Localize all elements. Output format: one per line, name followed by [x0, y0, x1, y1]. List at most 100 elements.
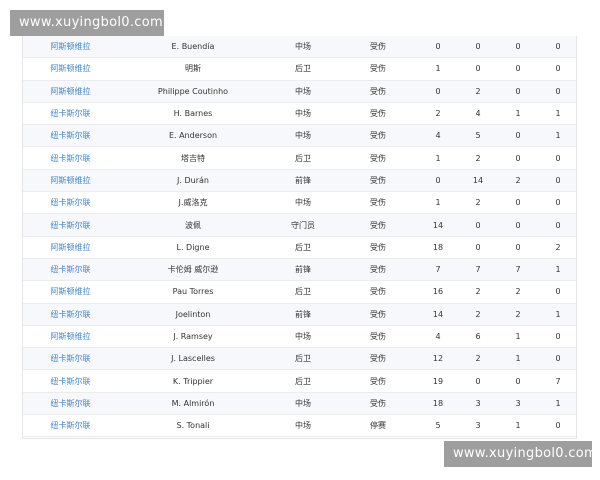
team-cell[interactable]: 阿斯顿维拉: [23, 80, 118, 103]
player-name-cell: S. Tonali: [118, 414, 268, 438]
stat-cell-1: 0: [418, 169, 458, 193]
status-cell: 受伤: [338, 236, 418, 259]
team-cell[interactable]: 纽卡斯尔联: [23, 392, 118, 416]
player-name-cell: J. Durán: [118, 169, 268, 193]
status-cell: 停赛: [338, 414, 418, 438]
table-row: 阿斯顿维拉 L. Digne 后卫 受伤 18 0 0 2: [23, 236, 576, 259]
team-cell[interactable]: 纽卡斯尔联: [23, 369, 118, 393]
stat-cell-4: 0: [538, 414, 576, 438]
stat-cell-2: 4: [458, 102, 498, 126]
table-row: 纽卡斯尔联 Joelinton 前锋 受伤 14 2 2 1: [23, 303, 576, 326]
stat-cell-1: 1: [418, 191, 458, 215]
player-name-cell: H. Barnes: [118, 102, 268, 126]
player-name-cell: L. Digne: [118, 236, 268, 259]
stat-cell-3: 1: [498, 102, 538, 126]
team-cell[interactable]: 纽卡斯尔联: [23, 102, 118, 126]
stat-cell-1: 12: [418, 347, 458, 371]
player-name-cell: J.威洛克: [118, 191, 268, 215]
position-cell: 后卫: [268, 280, 338, 304]
stat-cell-4: 0: [538, 280, 576, 304]
team-cell[interactable]: 阿斯顿维拉: [23, 280, 118, 304]
stat-cell-2: 5: [458, 124, 498, 148]
table-row: 纽卡斯尔联 波佩 守门员 受伤 14 0 0 0: [23, 213, 576, 237]
stat-cell-3: 1: [498, 325, 538, 349]
team-cell[interactable]: 纽卡斯尔联: [23, 303, 118, 326]
stat-cell-2: 3: [458, 392, 498, 416]
table-row: 纽卡斯尔联 卡伦姆 威尔逊 前锋 受伤 7 7 7 1: [23, 258, 576, 282]
injury-table-grid: 阿斯顿维拉 E. Buendía 中场 受伤 0 0 0 0 阿斯顿维拉 明斯 后卫 受伤 1 0 0 0 阿斯…: [23, 36, 576, 438]
stat-cell-4: 1: [538, 102, 576, 126]
team-cell[interactable]: 阿斯顿维拉: [23, 325, 118, 349]
stat-cell-2: 2: [458, 146, 498, 170]
player-name-cell: 波佩: [118, 213, 268, 237]
team-cell[interactable]: 纽卡斯尔联: [23, 213, 118, 237]
stat-cell-4: 0: [538, 191, 576, 215]
position-cell: 前锋: [268, 303, 338, 326]
status-cell: 受伤: [338, 191, 418, 215]
team-cell[interactable]: 阿斯顿维拉: [23, 236, 118, 259]
stat-cell-2: 14: [458, 169, 498, 193]
position-cell: 后卫: [268, 236, 338, 259]
player-name-cell: J. Lascelles: [118, 347, 268, 371]
stat-cell-3: 2: [498, 303, 538, 326]
stat-cell-3: 0: [498, 146, 538, 170]
stat-cell-4: 0: [538, 36, 576, 59]
stat-cell-1: 14: [418, 213, 458, 237]
stat-cell-3: 0: [498, 191, 538, 215]
team-cell[interactable]: 纽卡斯尔联: [23, 414, 118, 438]
stat-cell-1: 0: [418, 36, 458, 59]
stat-cell-4: 0: [538, 325, 576, 349]
position-cell: 后卫: [268, 57, 338, 81]
status-cell: 受伤: [338, 102, 418, 126]
table-row: 阿斯顿维拉 J. Durán 前锋 受伤 0 14 2 0: [23, 169, 576, 193]
table-row: 阿斯顿维拉 J. Ramsey 中场 受伤 4 6 1 0: [23, 325, 576, 349]
team-cell[interactable]: 纽卡斯尔联: [23, 258, 118, 282]
stat-cell-1: 2: [418, 102, 458, 126]
position-cell: 中场: [268, 80, 338, 103]
player-name-cell: 卡伦姆 威尔逊: [118, 258, 268, 282]
player-name-cell: Philippe Coutinho: [118, 80, 268, 103]
team-cell[interactable]: 纽卡斯尔联: [23, 191, 118, 215]
table-row: 纽卡斯尔联 H. Barnes 中场 受伤 2 4 1 1: [23, 102, 576, 126]
table-row: 纽卡斯尔联 S. Tonali 中场 停赛 5 3 1 0: [23, 414, 576, 438]
team-cell[interactable]: 阿斯顿维拉: [23, 57, 118, 81]
stat-cell-2: 0: [458, 36, 498, 59]
stat-cell-1: 4: [418, 124, 458, 148]
player-name-cell: 明斯: [118, 57, 268, 81]
position-cell: 中场: [268, 414, 338, 438]
table-row: 纽卡斯尔联 E. Anderson 中场 受伤 4 5 0 1: [23, 124, 576, 148]
team-cell[interactable]: 纽卡斯尔联: [23, 347, 118, 371]
status-cell: 受伤: [338, 213, 418, 237]
position-cell: 后卫: [268, 146, 338, 170]
stat-cell-2: 2: [458, 303, 498, 326]
player-name-cell: K. Trippier: [118, 369, 268, 393]
status-cell: 受伤: [338, 258, 418, 282]
stat-cell-4: 1: [538, 303, 576, 326]
stat-cell-3: 0: [498, 236, 538, 259]
player-name-cell: E. Anderson: [118, 124, 268, 148]
status-cell: 受伤: [338, 303, 418, 326]
team-cell[interactable]: 阿斯顿维拉: [23, 36, 118, 59]
watermark-bottom: www.xuyingbol0.com: [444, 441, 597, 467]
table-row: 阿斯顿维拉 E. Buendía 中场 受伤 0 0 0 0: [23, 36, 576, 59]
stat-cell-2: 0: [458, 236, 498, 259]
stat-cell-2: 0: [458, 57, 498, 81]
stat-cell-4: 1: [538, 392, 576, 416]
table-row: 纽卡斯尔联 J. Lascelles 后卫 受伤 12 2 1 0: [23, 347, 576, 371]
team-cell[interactable]: 纽卡斯尔联: [23, 146, 118, 170]
status-cell: 受伤: [338, 392, 418, 416]
stat-cell-1: 1: [418, 146, 458, 170]
player-name-cell: Joelinton: [118, 303, 268, 326]
position-cell: 中场: [268, 124, 338, 148]
stat-cell-3: 0: [498, 213, 538, 237]
team-cell[interactable]: 阿斯顿维拉: [23, 169, 118, 193]
position-cell: 中场: [268, 392, 338, 416]
player-name-cell: 塔吉特: [118, 146, 268, 170]
stat-cell-4: 0: [538, 169, 576, 193]
player-name-cell: Pau Torres: [118, 280, 268, 304]
team-cell[interactable]: 纽卡斯尔联: [23, 124, 118, 148]
stat-cell-4: 1: [538, 258, 576, 282]
watermark-top: www.xuyingbol0.com: [10, 10, 164, 36]
stat-cell-3: 0: [498, 124, 538, 148]
status-cell: 受伤: [338, 325, 418, 349]
